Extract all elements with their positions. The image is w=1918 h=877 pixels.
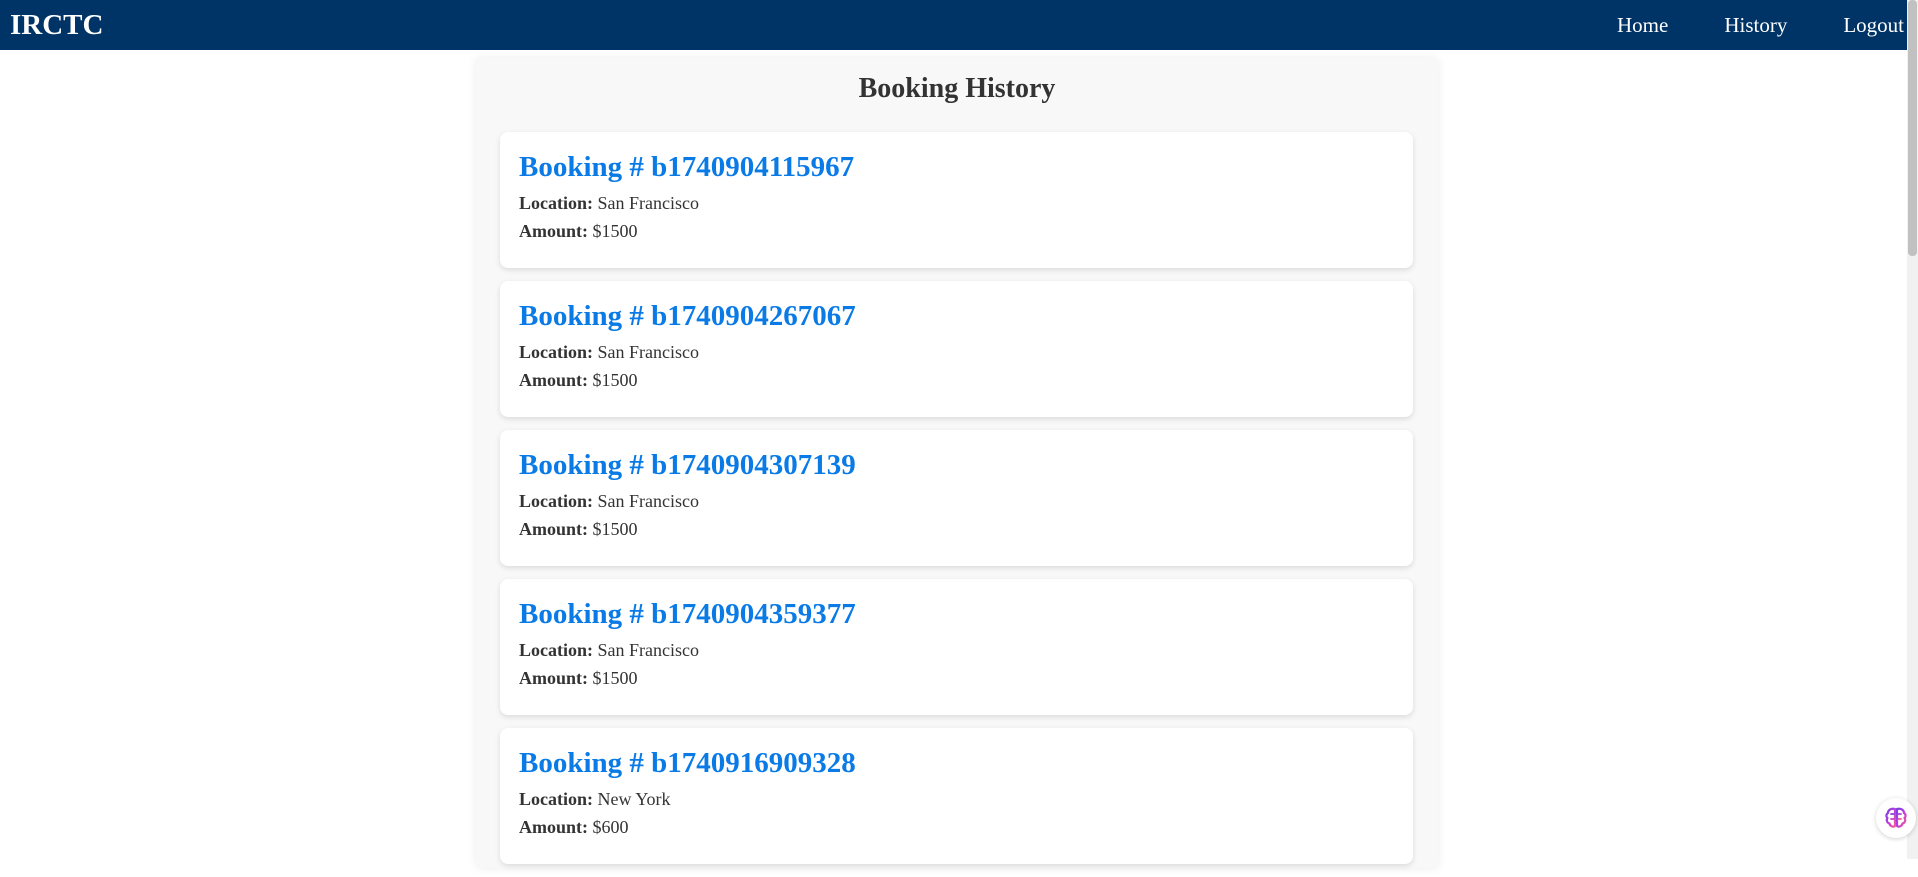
amount-value: $600 (592, 817, 629, 837)
booking-amount: Amount: $1500 (519, 366, 1394, 394)
booking-amount: Amount: $1500 (519, 217, 1394, 245)
booking-card: Booking # b1740904359377 Location: San F… (500, 579, 1413, 715)
amount-label: Amount: (519, 370, 589, 390)
page-scrollbar[interactable] (1907, 0, 1918, 859)
amount-value: $1500 (592, 519, 638, 539)
booking-card: Booking # b1740904267067 Location: San F… (500, 281, 1413, 417)
amount-value: $1500 (592, 668, 638, 688)
amount-label: Amount: (519, 519, 589, 539)
booking-location: Location: San Francisco (519, 338, 1394, 366)
nav-logout-link[interactable]: Logout (1815, 0, 1918, 50)
location-label: Location: (519, 640, 593, 660)
booking-id-heading: Booking # b1740904359377 (519, 598, 856, 630)
location-value: San Francisco (597, 193, 699, 213)
booking-amount: Amount: $1500 (519, 515, 1394, 543)
booking-card: Booking # b1740904307139 Location: San F… (500, 430, 1413, 566)
brand-logo[interactable]: IRCTC (10, 8, 103, 42)
booking-id-heading: Booking # b1740904307139 (519, 449, 856, 481)
location-label: Location: (519, 193, 593, 213)
assistant-button[interactable] (1876, 798, 1916, 838)
booking-id-heading: Booking # b1740904115967 (519, 151, 855, 183)
booking-amount: Amount: $600 (519, 813, 1394, 841)
location-value: New York (597, 789, 671, 809)
amount-label: Amount: (519, 817, 589, 837)
location-value: San Francisco (597, 640, 699, 660)
location-label: Location: (519, 789, 593, 809)
booking-location: Location: San Francisco (519, 487, 1394, 515)
location-label: Location: (519, 342, 593, 362)
location-value: San Francisco (597, 491, 699, 511)
booking-id-heading: Booking # b1740916909328 (519, 747, 856, 779)
booking-location: Location: San Francisco (519, 636, 1394, 664)
location-label: Location: (519, 491, 593, 511)
brain-icon (1885, 807, 1907, 828)
booking-history-panel: Booking History Booking # b1740904115967… (476, 58, 1438, 868)
booking-location: Location: San Francisco (519, 189, 1394, 217)
nav-home-link[interactable]: Home (1589, 0, 1696, 50)
booking-card: Booking # b1740916909328 Location: New Y… (500, 728, 1413, 864)
amount-value: $1500 (592, 221, 638, 241)
nav-links: Home History Logout (1589, 0, 1918, 50)
scrollbar-thumb[interactable] (1908, 0, 1917, 256)
booking-amount: Amount: $1500 (519, 664, 1394, 692)
amount-label: Amount: (519, 668, 589, 688)
page-title: Booking History (858, 73, 1056, 104)
nav-history-link[interactable]: History (1696, 0, 1815, 50)
booking-list: Booking # b1740904115967 Location: San F… (500, 132, 1413, 877)
location-value: San Francisco (597, 342, 699, 362)
booking-id-heading: Booking # b1740904267067 (519, 300, 856, 332)
booking-card: Booking # b1740904115967 Location: San F… (500, 132, 1413, 268)
amount-label: Amount: (519, 221, 589, 241)
amount-value: $1500 (592, 370, 638, 390)
top-navbar: IRCTC Home History Logout (0, 0, 1918, 50)
booking-location: Location: New York (519, 785, 1394, 813)
